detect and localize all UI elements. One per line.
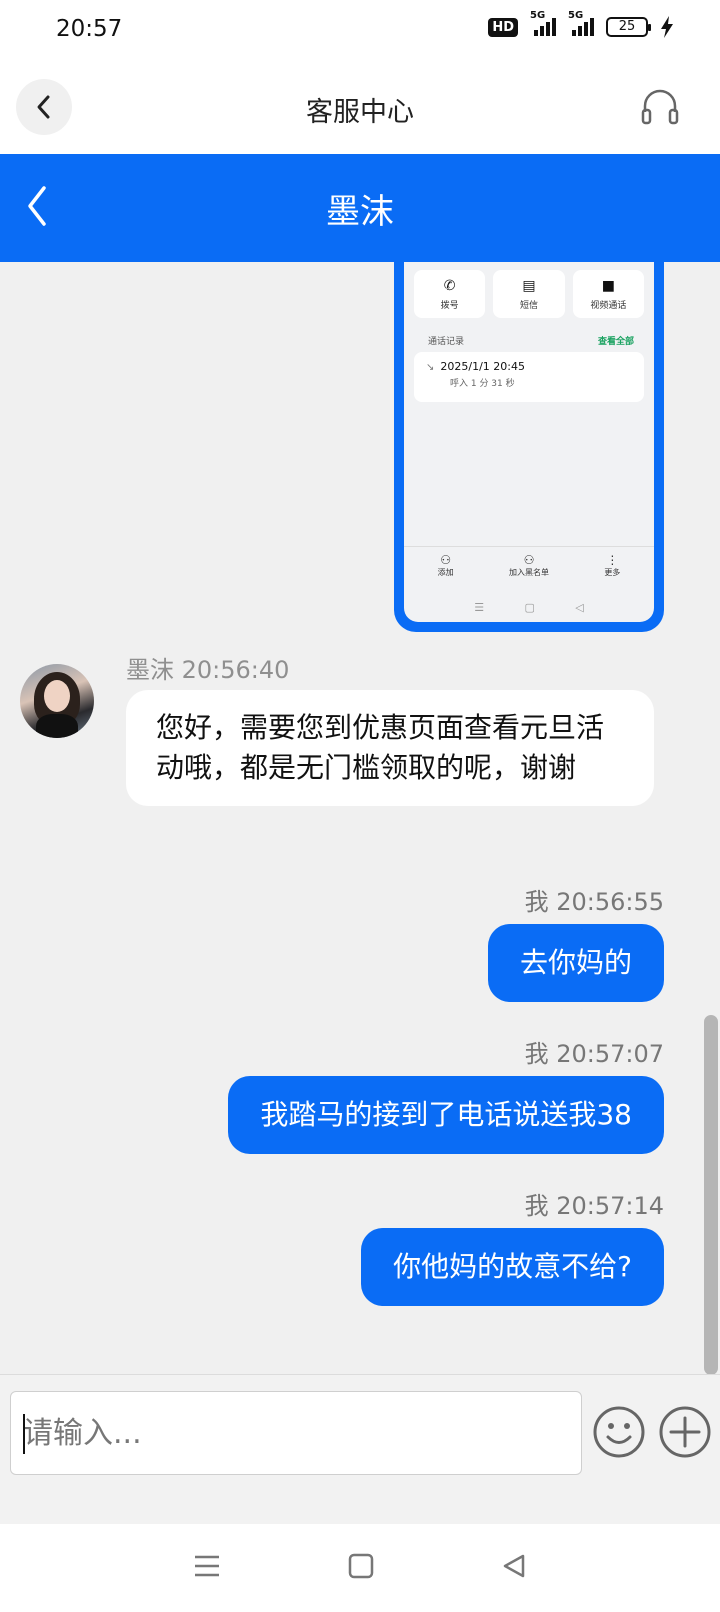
input-bar: 请输入...	[0, 1374, 720, 1524]
chat-header: 墨沫	[0, 154, 720, 262]
battery-icon: 25	[606, 17, 651, 37]
more-options-button[interactable]	[658, 1405, 712, 1463]
back-triangle-icon: ◁	[575, 601, 584, 614]
emoji-button[interactable]	[592, 1405, 646, 1463]
block-contact-icon: ⚇	[523, 553, 535, 567]
sender-name: 墨沫	[126, 656, 174, 684]
contact-actions: ✆ 拨号 ▤ 短信 ■ 视频通话	[414, 270, 644, 318]
call-records-title: 通话记录	[428, 337, 465, 347]
message-bubble-incoming[interactable]: 您好，需要您到优惠页面查看元旦活动哦，都是无门槛领取的呢，谢谢	[126, 690, 654, 806]
status-time: 20:57	[56, 16, 123, 42]
action-label: 加入黑名单	[508, 568, 549, 577]
message-bubble-outgoing[interactable]: 去你妈的	[487, 924, 664, 1002]
message-time: 20:56:55	[556, 888, 664, 916]
recents-button[interactable]	[193, 1554, 221, 1582]
hd-icon: HD	[488, 17, 518, 37]
sender-name: 我	[524, 1192, 549, 1220]
system-nav-bar	[0, 1524, 720, 1612]
call-records-header: 通话记录 查看全部	[428, 334, 634, 347]
message-meta: 墨沫 20:56:40	[126, 650, 289, 685]
message-input[interactable]: 请输入...	[10, 1391, 582, 1475]
phone-icon: ✆	[443, 278, 456, 294]
input-placeholder: 请输入...	[23, 1416, 142, 1451]
headset-icon	[641, 89, 679, 125]
more-icon: ⋮	[606, 553, 619, 567]
call-record-detail: 呼入 1 分 31 秒	[450, 379, 515, 389]
contact-bottom-bar: ⚇ 添加 ⚇ 加入黑名单 ⋮ 更多	[404, 546, 654, 586]
back-nav-button[interactable]	[501, 1553, 527, 1583]
text-caret	[23, 1414, 25, 1454]
screenshot-nav-bar: ☰ ▢ ◁	[404, 601, 654, 614]
action-label: 更多	[604, 568, 621, 577]
incoming-call-icon: ↘	[426, 362, 435, 373]
chat-area[interactable]: ✆ 拨号 ▤ 短信 ■ 视频通话 通话记录 查看全部 ↘ 2025/1/1 20:…	[0, 262, 720, 1374]
message-meta: 我 20:57:07	[525, 1034, 664, 1069]
back-triangle-icon	[503, 1554, 524, 1578]
image-message[interactable]: ✆ 拨号 ▤ 短信 ■ 视频通话 通话记录 查看全部 ↘ 2025/1/1 20:…	[394, 262, 664, 632]
signal-icon: 5G	[530, 10, 556, 36]
call-record-date: 2025/1/1 20:45	[440, 360, 525, 373]
customer-service-button[interactable]	[640, 86, 680, 130]
home-square-icon	[348, 1553, 374, 1579]
app-header: 客服中心	[0, 66, 720, 154]
block-contact-action: ⚇ 加入黑名单	[494, 553, 564, 586]
dial-action: ✆ 拨号	[414, 270, 486, 318]
status-icons: HD 5G 5G 25	[488, 10, 674, 38]
home-button[interactable]	[348, 1553, 374, 1583]
action-label: 添加	[437, 568, 454, 577]
message-meta: 我 20:57:14	[525, 1186, 664, 1221]
chat-title: 墨沫	[326, 192, 394, 232]
message-time: 20:56:40	[181, 656, 290, 684]
plus-circle-icon	[659, 1406, 711, 1458]
call-record: ↘ 2025/1/1 20:45 呼入 1 分 31 秒	[414, 352, 644, 402]
menu-icon	[195, 1555, 220, 1577]
message-bubble-outgoing[interactable]: 你他妈的故意不给?	[361, 1228, 664, 1306]
add-contact-action: ⚇ 添加	[411, 553, 481, 586]
avatar[interactable]	[20, 664, 94, 738]
charging-icon	[661, 16, 673, 38]
action-label: 视频通话	[590, 301, 627, 311]
sender-name: 我	[524, 1040, 549, 1068]
action-label: 拨号	[440, 301, 459, 311]
add-contact-icon: ⚇	[440, 553, 452, 567]
scrollbar[interactable]	[704, 1015, 718, 1375]
sender-name: 我	[524, 888, 549, 916]
sms-action: ▤ 短信	[493, 270, 565, 318]
message-time: 20:57:07	[556, 1040, 664, 1068]
video-icon: ■	[601, 278, 615, 294]
message-icon: ▤	[522, 278, 536, 294]
smiley-icon	[593, 1406, 645, 1458]
page-title: 客服中心	[306, 97, 414, 128]
more-action: ⋮ 更多	[577, 553, 647, 586]
view-all-link: 查看全部	[597, 337, 634, 347]
screenshot-image: ✆ 拨号 ▤ 短信 ■ 视频通话 通话记录 查看全部 ↘ 2025/1/1 20:…	[404, 262, 654, 622]
message-time: 20:57:14	[556, 1192, 664, 1220]
status-bar: 20:57 HD 5G 5G 25	[0, 0, 720, 66]
home-icon: ▢	[524, 601, 535, 614]
message-meta: 我 20:56:55	[525, 882, 664, 917]
menu-icon: ☰	[474, 601, 485, 614]
signal-icon: 5G	[568, 10, 594, 36]
action-label: 短信	[519, 301, 538, 311]
video-call-action: ■ 视频通话	[572, 270, 644, 318]
message-bubble-outgoing[interactable]: 我踏马的接到了电话说送我38	[228, 1076, 664, 1154]
